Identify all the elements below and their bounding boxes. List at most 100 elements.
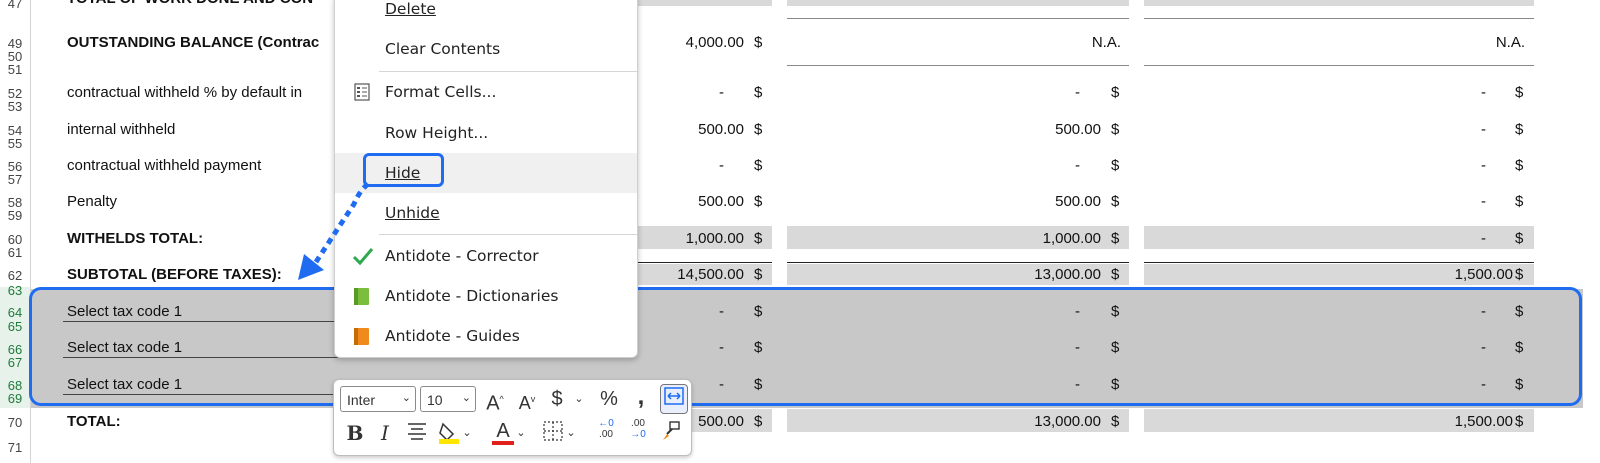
row-number[interactable]: 64 [0, 306, 30, 319]
row56-col1-currency[interactable]: $ [754, 157, 762, 175]
currency-icon: $ [551, 388, 563, 410]
fill-color-dropdown[interactable]: ⌄ [460, 420, 474, 446]
row70-col1-currency[interactable]: $ [754, 413, 762, 431]
row62-col3-currency[interactable]: $ [1515, 266, 1523, 284]
row58-col2-value[interactable]: 500.00 [787, 193, 1101, 211]
row56-col3-currency[interactable]: $ [1515, 157, 1523, 175]
row-number[interactable]: 63 [0, 284, 30, 297]
row52-label[interactable]: contractual withheld % by default in [67, 84, 335, 102]
row-number[interactable]: 69 [0, 392, 30, 405]
format-painter-button[interactable] [658, 420, 684, 446]
fill-color-icon [439, 422, 459, 444]
row-number[interactable]: 62 [0, 269, 30, 282]
wrap-text-button[interactable] [660, 384, 688, 414]
row56-col2-currency[interactable]: $ [1111, 157, 1119, 175]
menu-item-unhide[interactable]: Unhide [335, 193, 637, 233]
row49-label[interactable]: OUTSTANDING BALANCE (Contrac [67, 34, 319, 52]
row56-col1-value[interactable]: - [637, 157, 724, 175]
row60-col1-currency[interactable]: $ [754, 230, 762, 248]
row-number[interactable]: 51 [0, 63, 30, 76]
row56-col2-value[interactable]: - [787, 157, 1080, 175]
row62-col1-value[interactable]: 14,500.00 [637, 266, 744, 284]
row-number[interactable]: 67 [0, 356, 30, 369]
increase-decimal-button[interactable]: .00 →0 [624, 418, 652, 444]
row60-col1-value[interactable]: 1,000.00 [637, 230, 744, 248]
row52-col2-currency[interactable]: $ [1111, 84, 1119, 102]
percent-format-button[interactable]: % [596, 386, 622, 412]
row49-col2-value[interactable]: N.A. [787, 34, 1121, 52]
row52-col1-value[interactable]: - [637, 84, 724, 102]
bold-button[interactable]: B [342, 420, 368, 446]
row60-col3-currency[interactable]: $ [1515, 230, 1523, 248]
row52-col3-currency[interactable]: $ [1515, 84, 1523, 102]
row54-col2-value[interactable]: 500.00 [787, 121, 1101, 139]
row-number[interactable]: 70 [0, 416, 30, 429]
row52-col3-value[interactable]: - [1144, 84, 1486, 102]
italic-button[interactable]: I [372, 420, 398, 446]
currency-dropdown[interactable]: ⌄ [566, 386, 592, 412]
row-number[interactable]: 59 [0, 209, 30, 222]
row62-col2-currency[interactable]: $ [1111, 266, 1119, 284]
row62-label[interactable]: SUBTOTAL (BEFORE TAXES): [67, 266, 282, 284]
row56-label[interactable]: contractual withheld payment [67, 157, 261, 175]
menu-item-format-cells[interactable]: Format Cells... [335, 72, 637, 112]
menu-item-clear-contents[interactable]: Clear Contents [335, 29, 637, 69]
row60-col2-currency[interactable]: $ [1111, 230, 1119, 248]
row-number[interactable]: 65 [0, 320, 30, 333]
row-number[interactable]: 61 [0, 246, 30, 259]
borders-button[interactable] [540, 420, 566, 446]
row54-col3-currency[interactable]: $ [1515, 121, 1523, 139]
row60-col2-value[interactable]: 1,000.00 [787, 230, 1101, 248]
row58-col3-currency[interactable]: $ [1515, 193, 1523, 211]
menu-item-antidote-guides[interactable]: Antidote - Guides [335, 316, 637, 356]
row58-label[interactable]: Penalty [67, 193, 117, 211]
row52-col1-currency[interactable]: $ [754, 84, 762, 102]
row49-col1-value[interactable]: 4,000.00 [637, 34, 744, 52]
row70-col2-value[interactable]: 13,000.00 [787, 413, 1101, 431]
row60-label[interactable]: WITHELDS TOTAL: [67, 230, 203, 248]
font-color-button[interactable]: A [490, 418, 516, 445]
font-name-select[interactable]: Inter ⌄ [340, 386, 416, 412]
row70-col2-currency[interactable]: $ [1111, 413, 1119, 431]
row56-col3-value[interactable]: - [1144, 157, 1486, 175]
row62-col3-value[interactable]: 1,500.00 [1144, 266, 1513, 284]
row58-col2-currency[interactable]: $ [1111, 193, 1119, 211]
row-number[interactable]: 53 [0, 100, 30, 113]
comma-style-button[interactable]: , [628, 384, 654, 410]
row54-col1-currency[interactable]: $ [754, 121, 762, 139]
font-color-dropdown[interactable]: ⌄ [514, 420, 528, 446]
row58-col1-currency[interactable]: $ [754, 193, 762, 211]
fill-color-button[interactable] [436, 420, 462, 446]
row-number[interactable]: 71 [0, 441, 30, 454]
decrease-font-size-button[interactable]: Av [514, 386, 540, 413]
row62-col2-value[interactable]: 13,000.00 [787, 266, 1101, 284]
row70-col3-currency[interactable]: $ [1515, 413, 1523, 431]
row60-col3-value[interactable]: - [1144, 230, 1486, 248]
row62-col1-currency[interactable]: $ [754, 266, 762, 284]
borders-dropdown[interactable]: ⌄ [564, 420, 578, 446]
row49-col1-currency[interactable]: $ [754, 34, 762, 52]
menu-item-delete[interactable]: Delete [335, 0, 637, 29]
row-number[interactable]: 47 [0, 0, 30, 10]
decrease-decimal-button[interactable]: ←0 .00 [592, 418, 620, 444]
increase-font-size-button[interactable]: A^ [482, 386, 508, 415]
row52-col2-value[interactable]: - [787, 84, 1080, 102]
align-button[interactable] [404, 420, 430, 446]
menu-item-row-height[interactable]: Row Height... [335, 113, 637, 153]
row54-col1-value[interactable]: 500.00 [637, 121, 744, 139]
row58-col3-value[interactable]: - [1144, 193, 1486, 211]
row54-label[interactable]: internal withheld [67, 121, 175, 139]
row49-col3-value[interactable]: N.A. [1144, 34, 1525, 52]
row-number[interactable]: 55 [0, 137, 30, 150]
menu-item-antidote-dictionaries[interactable]: Antidote - Dictionaries [335, 276, 637, 316]
row58-col1-value[interactable]: 500.00 [637, 193, 744, 211]
font-size-select[interactable]: 10 ⌄ [420, 386, 476, 412]
chevron-down-icon: ⌄ [574, 393, 584, 405]
row54-col2-currency[interactable]: $ [1111, 121, 1119, 139]
row-number[interactable]: 57 [0, 173, 30, 186]
row70-label[interactable]: TOTAL: [67, 413, 121, 431]
row70-col3-value[interactable]: 1,500.00 [1144, 413, 1513, 431]
row47-label[interactable]: TOTAL OF WORK DONE AND CON [67, 0, 327, 8]
menu-item-antidote-corrector[interactable]: Antidote - Corrector [335, 236, 637, 276]
row54-col3-value[interactable]: - [1144, 121, 1486, 139]
